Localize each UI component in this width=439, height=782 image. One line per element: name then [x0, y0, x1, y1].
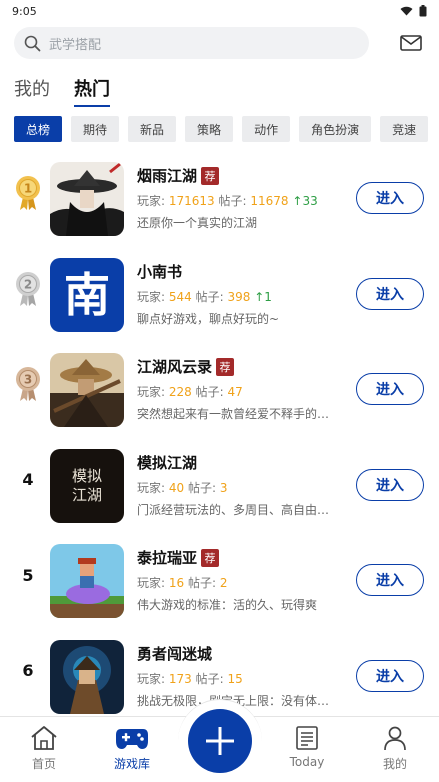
mail-button[interactable]	[399, 31, 423, 55]
mail-icon	[400, 35, 422, 51]
list-item[interactable]: 5 泰拉瑞亚 荐 玩家: 16 帖子: 2 伟大游戏的标准：活的久、玩得爽 进入	[0, 532, 439, 628]
category-chip-strategy[interactable]: 策略	[185, 116, 234, 142]
enter-button[interactable]: 进入	[356, 182, 424, 214]
status-time: 9:05	[12, 4, 37, 18]
nav-home-label: 首页	[31, 757, 56, 771]
game-name: 小南书	[137, 262, 183, 281]
search-row: 武学搭配	[14, 27, 425, 59]
nav-mine[interactable]: 我的	[365, 725, 425, 772]
enter-button[interactable]: 进入	[356, 659, 424, 692]
game-description: 门派经营玩法的、多周目、高自由…	[137, 502, 330, 517]
game-icon-jianghu-fengyunlu	[50, 353, 124, 427]
game-name: 烟雨江湖	[137, 167, 198, 185]
rank-bronze-medal-icon: 3	[14, 364, 42, 404]
news-icon	[296, 726, 318, 750]
trend-up: ↑1	[254, 289, 272, 304]
svg-text:1: 1	[24, 182, 32, 196]
category-row: 总榜 期待 新品 策略 动作 角色扮演 竞速	[14, 116, 439, 142]
rank-silver-medal-icon: 2	[14, 269, 42, 309]
enter-button[interactable]: 进入	[356, 277, 424, 310]
rank-gold-medal-icon: 1	[14, 173, 42, 213]
gamepad-icon	[116, 729, 148, 749]
post-count: 2	[219, 576, 228, 590]
nav-game-library-label: 游戏库	[113, 757, 150, 771]
search-input[interactable]: 武学搭配	[14, 27, 369, 59]
game-stats: 玩家: 173 帖子: 15	[137, 671, 243, 686]
category-chip-new[interactable]: 新品	[128, 116, 177, 142]
player-count: 228	[168, 385, 192, 399]
svg-text:2: 2	[24, 277, 32, 291]
player-count: 16	[168, 576, 185, 590]
game-stats: 玩家: 544 帖子: 398 ↑1	[137, 289, 272, 304]
game-description: 伟大游戏的标准：活的久、玩得爽	[137, 598, 318, 612]
list-item[interactable]: 2 南 小南书 玩家: 544 帖子: 398 ↑1 聊点好游戏，聊点好玩的~ …	[0, 246, 439, 342]
post-count: 15	[227, 671, 243, 686]
game-icon-yanyu	[50, 162, 124, 236]
enter-button[interactable]: 进入	[356, 373, 424, 405]
recommend-badge: 荐	[201, 166, 220, 185]
nav-today-label: Today	[289, 755, 325, 769]
game-stats: 玩家: 40 帖子: 3	[137, 480, 228, 495]
category-chip-action[interactable]: 动作	[242, 116, 291, 142]
enter-button[interactable]: 进入	[356, 564, 424, 596]
game-description: 突然想起来有一款曾经爱不释手的…	[137, 407, 330, 421]
rank-number: 5	[22, 565, 34, 585]
home-icon	[31, 726, 57, 750]
recommend-badge: 荐	[201, 548, 220, 567]
top-tabs: 我的 热门	[14, 75, 110, 107]
game-name: 模拟江湖	[137, 453, 198, 472]
player-count: 40	[168, 480, 185, 495]
tab-mine[interactable]: 我的	[14, 75, 50, 107]
list-item[interactable]: 3 江湖风云录 荐 玩家: 228 帖子: 47 突然想起来有一款曾经爱不释手的…	[0, 341, 439, 437]
game-name: 勇者闯迷城	[137, 644, 213, 663]
category-chip-racing[interactable]: 竞速	[380, 116, 429, 142]
battery-icon	[419, 5, 427, 17]
nav-today[interactable]: Today	[277, 725, 337, 769]
game-icon-yongzhe-chuang-micheng	[50, 639, 124, 714]
game-icon-moni-jianghu: 模拟江湖	[50, 448, 124, 523]
search-icon	[24, 35, 41, 51]
post-count: 3	[219, 480, 228, 495]
rank-number: 6	[22, 661, 34, 680]
nav-home[interactable]: 首页	[14, 725, 74, 772]
player-count: 171613	[168, 194, 215, 208]
tab-hot[interactable]: 热门	[74, 75, 110, 107]
category-chip-overall[interactable]: 总榜	[14, 116, 63, 142]
nav-mine-label: 我的	[382, 757, 407, 771]
player-count: 544	[168, 289, 192, 304]
trend-up: ↑33	[292, 194, 318, 208]
recommend-badge: 荐	[216, 357, 235, 376]
add-button[interactable]	[188, 709, 252, 773]
game-icon-terraria	[50, 544, 124, 618]
plus-icon	[206, 727, 234, 755]
category-chip-rpg[interactable]: 角色扮演	[299, 116, 372, 142]
game-stats: 玩家: 228 帖子: 47	[137, 385, 243, 399]
bottom-nav: 首页 游戏库 Today 我的	[0, 699, 439, 782]
rank-number: 4	[22, 470, 34, 489]
post-count: 11678	[250, 194, 289, 208]
game-list: 1 烟雨江湖 荐 玩家: 171613 帖子: 11678 ↑33 还原你一个真…	[0, 150, 439, 723]
game-name: 泰拉瑞亚	[137, 549, 198, 567]
user-icon	[384, 726, 406, 751]
status-bar: 9:05	[0, 0, 439, 22]
nav-game-library[interactable]: 游戏库	[102, 725, 162, 772]
game-description: 聊点好游戏，聊点好玩的~	[137, 311, 280, 326]
category-chip-upcoming[interactable]: 期待	[71, 116, 120, 142]
post-count: 398	[227, 289, 251, 304]
list-item[interactable]: 1 烟雨江湖 荐 玩家: 171613 帖子: 11678 ↑33 还原你一个真…	[0, 150, 439, 246]
svg-text:3: 3	[24, 373, 32, 387]
game-icon-xiaonanshu: 南	[50, 257, 124, 332]
game-name: 江湖风云录	[137, 358, 213, 376]
game-stats: 玩家: 16 帖子: 2	[137, 576, 228, 590]
player-count: 173	[168, 671, 192, 686]
wifi-icon	[400, 6, 413, 16]
game-description: 还原你一个真实的江湖	[137, 216, 258, 230]
post-count: 47	[227, 385, 243, 399]
game-stats: 玩家: 171613 帖子: 11678 ↑33	[137, 194, 318, 208]
search-placeholder: 武学搭配	[49, 37, 102, 53]
enter-button[interactable]: 进入	[356, 468, 424, 501]
list-item[interactable]: 4 模拟江湖 模拟江湖 玩家: 40 帖子: 3 门派经营玩法的、多周目、高自由…	[0, 437, 439, 533]
